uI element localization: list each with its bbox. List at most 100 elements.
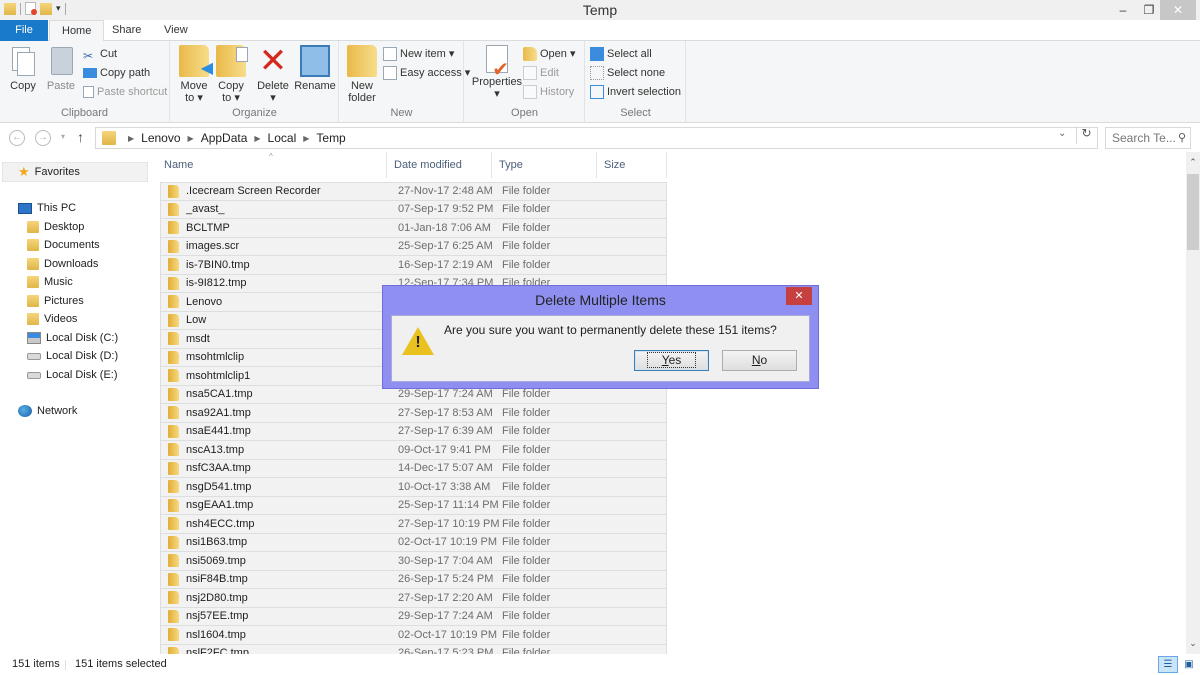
file-row[interactable]: nsa92A1.tmp 27-Sep-17 8:53 AM File folder [160,404,667,423]
tab-home[interactable]: Home [49,20,105,42]
yes-accelerator: Y [661,353,669,367]
file-type: File folder [502,406,551,419]
file-row[interactable]: nsi1B63.tmp 02-Oct-17 10:19 PM File folder [160,533,667,552]
file-name: nslF2FC.tmp [186,647,249,654]
new-folder-button[interactable]: New folder [344,45,380,104]
cut-button[interactable]: ✂ Cut [83,45,117,63]
column-header-size[interactable]: Size [597,152,667,178]
properties-button[interactable]: Properties ▾ [469,45,525,100]
file-row[interactable]: nslF2FC.tmp 26-Sep-17 5:23 PM File folder [160,644,667,654]
file-row[interactable]: nsj57EE.tmp 29-Sep-17 7:24 AM File folder [160,607,667,626]
paste-button[interactable]: Paste [44,45,78,92]
no-button[interactable]: No [722,350,797,371]
nav-downloads[interactable]: Downloads [27,255,98,273]
delete-dropdown-icon: ▾ [270,92,276,104]
nav-videos[interactable]: Videos [27,310,77,328]
tab-view[interactable]: View [152,20,200,41]
scroll-down-icon[interactable]: ⌄ [1186,638,1200,652]
copy-path-button[interactable]: Copy path [83,64,150,82]
copy-to-button[interactable]: Copy to ▾ [214,45,248,104]
address-history-dropdown-icon[interactable]: ⌄ [1058,128,1066,139]
new-item-button[interactable]: New item ▾ [383,45,454,63]
file-row[interactable]: nsgEAA1.tmp 25-Sep-17 11:14 PM File folder [160,496,667,515]
dialog-close-button[interactable]: ✕ [786,287,812,305]
scrollbar-thumb[interactable] [1187,174,1199,250]
copy-button[interactable]: Copy [6,45,40,92]
file-date-modified: 29-Sep-17 7:24 AM [398,388,493,401]
file-row[interactable]: nsl1604.tmp 02-Oct-17 10:19 PM File folder [160,626,667,645]
column-header-type[interactable]: Type [492,152,597,178]
large-icons-view-icon[interactable]: ▣ [1181,657,1197,672]
scroll-up-icon[interactable]: ⌃ [1186,157,1200,171]
file-row[interactable]: .Icecream Screen Recorder 27-Nov-17 2:48 … [160,182,667,201]
nav-local-disk-e[interactable]: Local Disk (E:) [27,366,118,384]
breadcrumb-chevron-icon[interactable]: ▶ [128,134,134,143]
properties-dropdown-icon: ▾ [494,88,500,100]
search-input[interactable]: Search Te... ⚲ [1105,127,1191,149]
file-row[interactable]: nsj2D80.tmp 27-Sep-17 2:20 AM File folder [160,589,667,608]
nav-this-pc[interactable]: This PC [18,199,76,217]
forward-button[interactable]: → [35,130,51,146]
new-group-label: New [390,107,413,119]
open-icon [523,47,537,61]
close-button[interactable]: ✕ [1160,0,1196,20]
paste-label: Paste [46,80,76,92]
recent-locations-icon[interactable]: ▾ [61,132,65,141]
delete-button[interactable]: ✕ Delete ▾ [255,44,291,104]
refresh-button[interactable]: ↻ [1076,126,1096,144]
vertical-scrollbar[interactable]: ⌃ ⌄ [1186,152,1200,654]
breadcrumb-chevron-icon[interactable]: ▶ [254,134,260,143]
file-row[interactable]: nsh4ECC.tmp 27-Sep-17 10:19 PM File folder [160,515,667,534]
nav-documents[interactable]: Documents [27,236,100,254]
file-row[interactable]: nsi5069.tmp 30-Sep-17 7:04 AM File folder [160,552,667,571]
history-button[interactable]: History [523,83,574,101]
open-button[interactable]: Open ▾ [523,45,576,63]
breadcrumb-lenovo[interactable]: Lenovo [141,131,180,145]
yes-button[interactable]: Yes [634,350,709,371]
file-row[interactable]: _avast_ 07-Sep-17 9:52 PM File folder [160,200,667,219]
breadcrumb-appdata[interactable]: AppData [201,131,248,145]
breadcrumb-local[interactable]: Local [268,131,297,145]
back-button[interactable]: ← [9,130,25,146]
easy-access-button[interactable]: Easy access ▾ [383,64,470,82]
history-icon [523,85,537,99]
rename-button[interactable]: Rename [294,45,336,92]
tab-file[interactable]: File [0,20,48,41]
details-view-icon[interactable]: ☰ [1158,656,1178,673]
move-to-button[interactable]: ◀ Move to ▾ [177,45,213,104]
breadcrumb-chevron-icon[interactable]: ▶ [188,134,194,143]
nav-this-pc-label: This PC [37,202,77,214]
select-none-button[interactable]: Select none [590,64,665,82]
tab-share[interactable]: Share [100,20,153,41]
up-button[interactable]: ↑ [77,129,84,145]
nav-desktop[interactable]: Desktop [27,218,84,236]
nav-local-disk-d[interactable]: Local Disk (D:) [27,347,118,365]
file-row[interactable]: nscA13.tmp 09-Oct-17 9:41 PM File folder [160,441,667,460]
nav-pictures[interactable]: Pictures [27,292,84,310]
file-row[interactable]: images.scr 25-Sep-17 6:25 AM File folder [160,237,667,256]
invert-selection-button[interactable]: Invert selection [590,83,681,101]
column-header-name[interactable]: ^ Name [150,152,387,178]
address-bar[interactable]: ▶ Lenovo ▶ AppData ▶ Local ▶ Temp [95,127,1098,149]
file-row[interactable]: nsaE441.tmp 27-Sep-17 6:39 AM File folder [160,422,667,441]
nav-local-disk-c[interactable]: Local Disk (C:) [27,329,118,347]
nav-network[interactable]: Network [18,402,77,420]
edit-button[interactable]: Edit [523,64,559,82]
column-header-date[interactable]: Date modified [387,152,492,178]
file-row[interactable]: nsfC3AA.tmp 14-Dec-17 5:07 AM File folder [160,459,667,478]
nav-label: Documents [44,239,100,251]
file-row[interactable]: nsgD541.tmp 10-Oct-17 3:38 AM File folder [160,478,667,497]
select-all-button[interactable]: Select all [590,45,652,63]
organize-group-label: Organize [232,107,277,119]
nav-favorites[interactable]: ★ Favorites [2,162,148,182]
file-row[interactable]: BCLTMP 01-Jan-18 7:06 AM File folder [160,219,667,238]
file-row[interactable]: is-7BIN0.tmp 16-Sep-17 2:19 AM File folder [160,256,667,275]
nav-music[interactable]: Music [27,273,73,291]
new-group: New folder New item ▾ Easy access ▾ New [340,41,470,123]
file-type: File folder [502,480,551,493]
file-date-modified: 16-Sep-17 2:19 AM [398,258,493,271]
file-row[interactable]: nsiF84B.tmp 26-Sep-17 5:24 PM File folder [160,570,667,589]
paste-shortcut-button[interactable]: Paste shortcut [83,83,167,101]
breadcrumb-chevron-icon[interactable]: ▶ [303,134,309,143]
breadcrumb-temp[interactable]: Temp [316,131,345,145]
